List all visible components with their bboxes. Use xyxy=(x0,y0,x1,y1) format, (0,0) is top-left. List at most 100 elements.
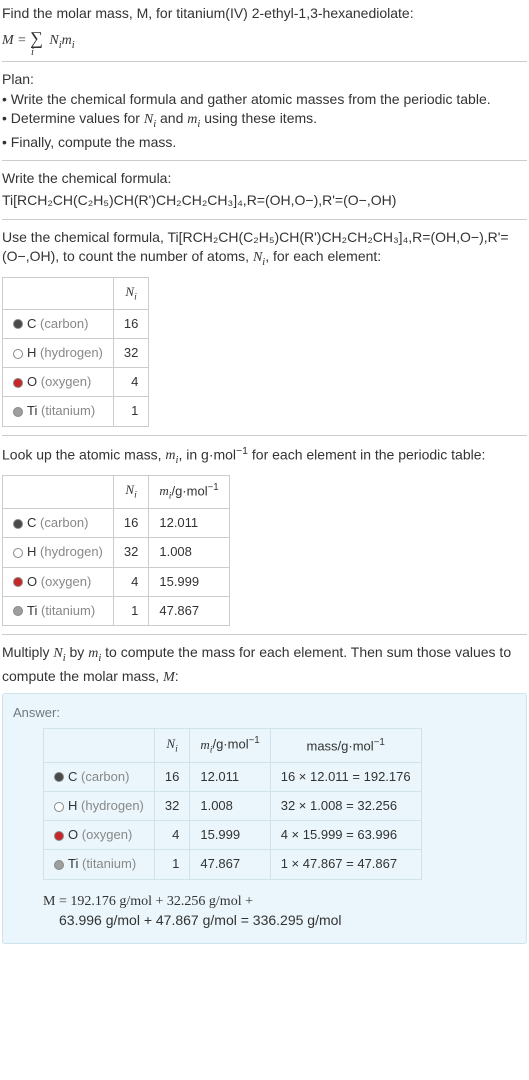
table-row: H (hydrogen)321.00832 × 1.008 = 32.256 xyxy=(44,792,422,821)
intro-line: Find the molar mass, M, for titanium(IV)… xyxy=(2,4,527,24)
divider xyxy=(2,219,527,220)
el-label: (titanium) xyxy=(82,856,136,871)
ni-val: 32 xyxy=(154,792,189,821)
col-ni: Ni xyxy=(154,729,189,763)
count-heading: Use the chemical formula, Ti[RCH₂CH(C₂H₅… xyxy=(2,228,527,271)
element-swatch xyxy=(54,802,64,812)
answer-label: Answer: xyxy=(13,704,516,722)
mi-val: 12.011 xyxy=(190,762,270,791)
answer-inner: Nimi/g·mol−1mass/g·mol−1 C (carbon) 1612.… xyxy=(13,728,516,931)
table-row: H (hydrogen) 321.008 xyxy=(3,538,230,567)
el-label: (oxygen) xyxy=(41,574,92,589)
ni-val: 1 xyxy=(154,850,189,879)
formula-heading: Write the chemical formula: xyxy=(2,169,527,189)
el-sym: Ti xyxy=(68,856,78,871)
mass-table: Nimi/g·mol−1 C (carbon) 1612.011 H (hydro… xyxy=(2,475,230,626)
table-row: C (carbon) 1612.01116 × 12.011 = 192.176 xyxy=(44,762,422,791)
ni-val: 4 xyxy=(154,821,189,850)
col-mi: mi/g·mol−1 xyxy=(190,729,270,763)
ni-val: 32 xyxy=(113,538,148,567)
table-row: O (oxygen) 4 xyxy=(3,368,149,397)
plan-item: • Finally, compute the mass. xyxy=(2,133,527,153)
table-row: C (carbon) 16 xyxy=(3,309,149,338)
el-label: (carbon) xyxy=(40,316,88,331)
el-sym: Ti xyxy=(27,603,37,618)
el-sym: C xyxy=(68,769,77,784)
multiply-heading: Multiply Ni by mi to compute the mass fo… xyxy=(2,643,527,687)
element-swatch xyxy=(54,860,64,870)
el-sym: H xyxy=(27,544,36,559)
mass-heading: Look up the atomic mass, mi, in g·mol−1 … xyxy=(2,444,527,469)
el-label: (oxygen) xyxy=(41,374,92,389)
ni-val: 32 xyxy=(113,339,148,368)
mi-val: 1.008 xyxy=(190,792,270,821)
element-swatch xyxy=(13,577,23,587)
formula-block: Write the chemical formula: Ti[RCH₂CH(C₂… xyxy=(2,169,527,210)
final-sum: M = 192.176 g/mol + 32.256 g/mol + 63.99… xyxy=(43,892,516,931)
el-label: (carbon) xyxy=(81,769,129,784)
table-row: O (oxygen)415.9994 × 15.999 = 63.996 xyxy=(44,821,422,850)
plan-item: • Determine values for Ni and mi using t… xyxy=(2,109,527,132)
final-line-2: 63.996 g/mol + 47.867 g/mol = 336.295 g/… xyxy=(43,911,516,931)
multiply-block: Multiply Ni by mi to compute the mass fo… xyxy=(2,643,527,687)
ni-val: 16 xyxy=(113,309,148,338)
divider xyxy=(2,61,527,62)
el-label: (oxygen) xyxy=(82,827,133,842)
table-row: O (oxygen)415.999 xyxy=(3,567,230,596)
element-swatch xyxy=(13,606,23,616)
plan-block: Plan: • Write the chemical formula and g… xyxy=(2,70,527,152)
element-swatch xyxy=(13,378,23,388)
table-row: Ti (titanium)1 xyxy=(3,397,149,426)
mass-val: 1 × 47.867 = 47.867 xyxy=(270,850,421,879)
element-swatch xyxy=(13,519,23,529)
mi-val: 15.999 xyxy=(190,821,270,850)
intro-formula: M = ∑i Nimi xyxy=(2,26,527,53)
intro-block: Find the molar mass, M, for titanium(IV)… xyxy=(2,4,527,53)
count-block: Use the chemical formula, Ti[RCH₂CH(C₂H₅… xyxy=(2,228,527,427)
ni-val: 16 xyxy=(154,762,189,791)
divider xyxy=(2,160,527,161)
mi-val: 15.999 xyxy=(149,567,229,596)
el-sym: C xyxy=(27,316,36,331)
el-label: (carbon) xyxy=(40,515,88,530)
answer-box: Answer: Nimi/g·mol−1mass/g·mol−1 C (carb… xyxy=(2,693,527,944)
ni-val: 4 xyxy=(113,567,148,596)
answer-table: Nimi/g·mol−1mass/g·mol−1 C (carbon) 1612.… xyxy=(43,728,422,879)
ni-val: 1 xyxy=(113,397,148,426)
ni-val: 16 xyxy=(113,509,148,538)
divider xyxy=(2,435,527,436)
mass-block: Look up the atomic mass, mi, in g·mol−1 … xyxy=(2,444,527,626)
divider xyxy=(2,634,527,635)
element-swatch xyxy=(54,831,64,841)
ni-val: 1 xyxy=(113,596,148,625)
element-swatch xyxy=(13,548,23,558)
el-sym: O xyxy=(27,374,37,389)
el-label: (hydrogen) xyxy=(40,544,103,559)
final-line-1: M = 192.176 g/mol + 32.256 g/mol + xyxy=(43,892,516,912)
ni-val: 4 xyxy=(113,368,148,397)
col-ni: Ni xyxy=(113,475,148,509)
table-row: Ti (titanium) 147.8671 × 47.867 = 47.867 xyxy=(44,850,422,879)
table-row: Ti (titanium)147.867 xyxy=(3,596,230,625)
el-sym: C xyxy=(27,515,36,530)
element-swatch xyxy=(54,772,64,782)
element-swatch xyxy=(13,407,23,417)
mi-val: 1.008 xyxy=(149,538,229,567)
element-swatch xyxy=(13,349,23,359)
col-ni: Ni xyxy=(113,277,148,309)
el-label: (hydrogen) xyxy=(81,798,144,813)
plan-heading: Plan: xyxy=(2,70,527,90)
el-sym: O xyxy=(68,827,78,842)
col-mass: mass/g·mol−1 xyxy=(270,729,421,763)
el-sym: H xyxy=(68,798,77,813)
mi-val: 12.011 xyxy=(149,509,229,538)
el-sym: Ti xyxy=(27,403,37,418)
chemical-formula: Ti[RCH₂CH(C₂H₅)CH(R')CH₂CH₂CH₃]₄,R=(OH,O… xyxy=(2,191,527,211)
count-table: Ni C (carbon)16 H (hydrogen)32 O (oxygen… xyxy=(2,277,149,427)
mass-val: 16 × 12.011 = 192.176 xyxy=(270,762,421,791)
mi-val: 47.867 xyxy=(190,850,270,879)
element-swatch xyxy=(13,319,23,329)
col-mi: mi/g·mol−1 xyxy=(149,475,229,509)
plan-item: • Write the chemical formula and gather … xyxy=(2,90,527,110)
table-row: C (carbon) 1612.011 xyxy=(3,509,230,538)
